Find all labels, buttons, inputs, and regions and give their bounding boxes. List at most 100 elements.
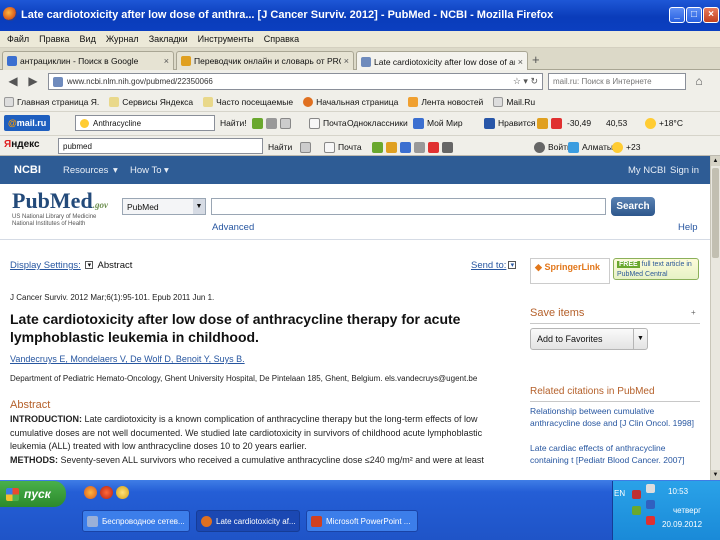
language-indicator[interactable]: EN	[614, 489, 625, 498]
home-icon[interactable]: ⌂	[692, 74, 706, 88]
forward-icon[interactable]: ▶	[26, 74, 40, 88]
close-tab-icon[interactable]: ×	[164, 56, 169, 66]
url-bar[interactable]: www.ncbi.nlm.nih.gov/pubmed/22350066 ☆ ▾…	[48, 73, 543, 90]
mailru-extra-icons[interactable]	[252, 115, 294, 131]
yandex-icons[interactable]	[300, 139, 314, 155]
rss-icon	[408, 97, 419, 107]
bookmark-item[interactable]: Mail.Ru	[493, 97, 535, 107]
ncbi-icon	[361, 56, 371, 67]
task-powerpoint[interactable]: Microsoft PowerPoint ...	[306, 510, 418, 532]
menu-bookmarks[interactable]: Закладки	[149, 34, 188, 44]
bookmark-item[interactable]: Сервисы Яндекса	[109, 97, 193, 107]
scroll-thumb[interactable]	[712, 168, 719, 258]
send-to-link[interactable]: Send to: ▾	[471, 260, 518, 271]
search-button[interactable]: Search	[611, 197, 655, 216]
myncbi-link[interactable]: My NCBI	[628, 165, 666, 176]
mailru-currency-usd[interactable]: -30,49	[567, 115, 591, 131]
menu-edit[interactable]: Правка	[39, 34, 69, 44]
bookmark-item[interactable]: Лента новостей	[408, 97, 483, 107]
yandex-logo[interactable]: Яндекс	[4, 139, 40, 150]
yandex-login[interactable]: Войти	[534, 139, 572, 155]
bookmarks-bar: Главная страница Я. Сервисы Яндекса Част…	[0, 93, 720, 112]
menu-tools[interactable]: Инструменты	[198, 34, 254, 44]
maximize-button[interactable]: □	[686, 7, 702, 23]
reload-icon[interactable]: ☆ ▾ ↻	[513, 76, 538, 87]
menu-file[interactable]: Файл	[7, 34, 29, 44]
start-label: пуск	[24, 487, 51, 501]
firefox-quicklaunch-icon[interactable]	[84, 486, 97, 499]
resources-menu[interactable]: Resources	[63, 165, 108, 176]
yandex-find-button[interactable]: Найти	[268, 139, 292, 155]
expand-icon[interactable]: +	[691, 308, 696, 317]
bookmark-item[interactable]: Главная страница Я.	[4, 97, 99, 107]
mailru-gift-icon[interactable]	[537, 115, 565, 131]
mailru-currency-eur[interactable]: 40,53	[606, 115, 627, 131]
yandex-search-input[interactable]: pubmed	[58, 138, 263, 154]
howto-menu[interactable]: How To	[130, 165, 162, 176]
close-button[interactable]: ×	[703, 7, 719, 23]
author-list[interactable]: Vandecruys E, Mondelaers V, De Wolf D, B…	[10, 354, 245, 364]
opera-quicklaunch-icon[interactable]	[100, 486, 113, 499]
bookmark-item[interactable]: Начальная страница	[303, 97, 398, 107]
back-icon[interactable]: ◀	[6, 74, 20, 88]
close-tab-icon[interactable]: ×	[344, 56, 349, 66]
volume-icon[interactable]	[646, 516, 655, 525]
browser-search-input[interactable]: mail.ru: Поиск в Интернете	[548, 73, 686, 90]
yandex-mail[interactable]: Почта	[324, 139, 362, 155]
mailru-search-input[interactable]: Anthracycline	[75, 115, 215, 131]
bluetooth-icon[interactable]	[646, 500, 655, 509]
antivirus-icon[interactable]	[632, 490, 641, 499]
advanced-search-link[interactable]: Advanced	[212, 222, 254, 233]
springerlink-button[interactable]: ◆ SpringerLink	[530, 258, 610, 284]
tab-google[interactable]: антрациклин - Поиск в Google ×	[2, 51, 174, 70]
new-tab-button[interactable]: +	[532, 52, 540, 67]
pubmed-search-input[interactable]	[211, 198, 606, 215]
mailru-ok[interactable]: Одноклассники	[347, 115, 408, 131]
menu-view[interactable]: Вид	[80, 34, 96, 44]
database-select[interactable]: PubMed ▼	[122, 198, 206, 215]
yandex-tool-icons[interactable]	[372, 139, 456, 155]
yandex-city[interactable]: Алматы	[568, 139, 613, 155]
howto-chevron-icon[interactable]: ▾	[164, 165, 169, 176]
related-citation[interactable]: Relationship between cumulative anthracy…	[530, 406, 702, 429]
mailru-weather[interactable]: +18°C	[645, 115, 683, 131]
mailru-like[interactable]: Нравится	[484, 115, 536, 131]
journal-citation[interactable]: J Cancer Surviv. 2012 Mar;6(1):95-101. E…	[10, 293, 214, 302]
start-button[interactable]: пуск	[0, 481, 66, 507]
task-wireless[interactable]: Беспроводное сетев...	[82, 510, 190, 532]
related-citation[interactable]: Late cardiac effects of anthracycline co…	[530, 443, 702, 466]
mailru-find-button[interactable]: Найти!	[220, 115, 247, 131]
mailru-mail[interactable]: Почта	[309, 115, 347, 131]
close-tab-icon[interactable]: ×	[518, 57, 523, 67]
powerpoint-icon	[311, 515, 322, 527]
ncbi-logo[interactable]: NCBI	[14, 164, 41, 176]
pubmed-logo[interactable]: PubMed.gov	[12, 188, 108, 214]
tab-translator[interactable]: Переводчик онлайн и словарь от PRO... ×	[176, 51, 354, 70]
clock[interactable]: 10:53	[668, 487, 688, 496]
dropdown-icon[interactable]: ▾	[85, 261, 94, 270]
shield-icon[interactable]	[632, 506, 641, 515]
scroll-down-icon[interactable]: ▼	[711, 470, 720, 480]
scroll-up-icon[interactable]: ▲	[711, 156, 720, 166]
help-link[interactable]: Help	[678, 222, 698, 233]
mailru-logo[interactable]: @mail.ru	[4, 115, 51, 131]
menu-help[interactable]: Справка	[264, 34, 299, 44]
mailru-ok-label: Одноклассники	[347, 118, 408, 128]
mailru-myworld[interactable]: Мой Мир	[413, 115, 463, 131]
weekday: четверг	[673, 506, 701, 515]
task-firefox[interactable]: Late cardiotoxicity af...	[196, 510, 300, 532]
resources-chevron-icon[interactable]: ▾	[113, 165, 118, 176]
menu-history[interactable]: Журнал	[106, 34, 139, 44]
bookmark-item[interactable]: Часто посещаемые	[203, 97, 293, 107]
display-settings-link[interactable]: Display Settings:	[10, 260, 81, 271]
chevron-down-icon[interactable]: ▼	[633, 329, 647, 349]
yandex-weather[interactable]: +23	[612, 139, 640, 155]
add-to-favorites-button[interactable]: Add to Favorites ▼	[530, 328, 648, 350]
network-tray-icon[interactable]	[646, 484, 655, 493]
minimize-button[interactable]: _	[669, 7, 685, 23]
page-scrollbar[interactable]: ▲ ▼	[710, 156, 720, 480]
signin-link[interactable]: Sign in	[670, 165, 699, 176]
pmc-free-button[interactable]: FREE full text article in PubMed Central	[613, 258, 699, 280]
chrome-quicklaunch-icon[interactable]	[116, 486, 129, 499]
tab-pubmed[interactable]: Late cardiotoxicity after low dose of an…	[356, 51, 528, 71]
